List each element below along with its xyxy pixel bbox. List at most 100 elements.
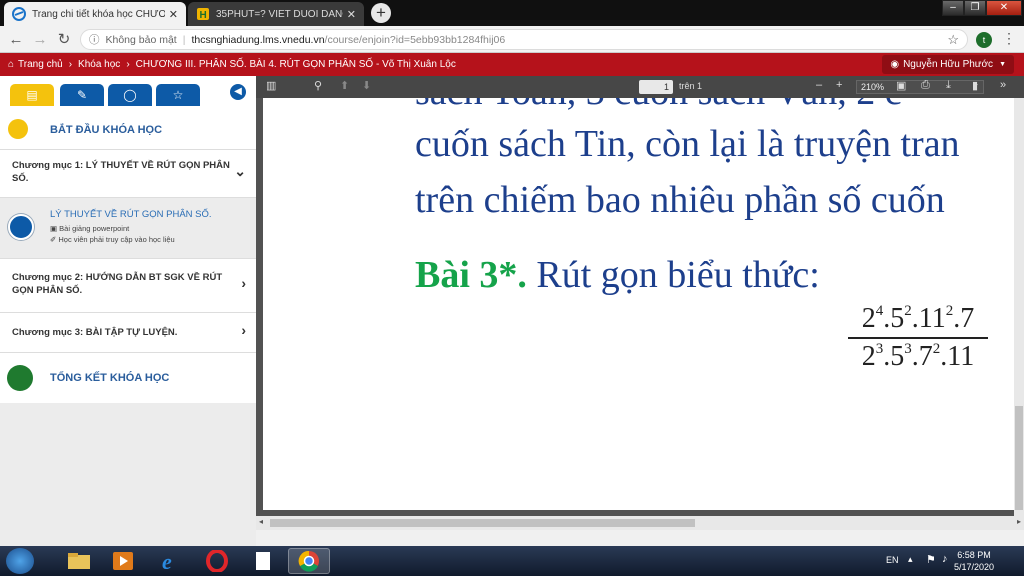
chevron-down-icon: ⌄ [234,162,246,179]
milestone-dot-icon [8,119,28,139]
site-breadcrumb-bar: ⌂ Trang chủ › Khóa học › CHƯƠNG III. PHÂ… [0,53,1024,76]
tools-menu-icon[interactable]: » [1000,79,1006,91]
maximize-button[interactable]: ❐ [964,0,986,16]
tab-favorites[interactable]: ☆ [156,84,200,106]
user-menu-button[interactable]: ◉ Nguyễn Hữu Phước ▼ [882,55,1014,74]
horizontal-scrollbar[interactable]: ◂ ▸ [256,516,1024,530]
chapter-2[interactable]: Chương mục 2: HƯỚNG DẪN BT SGK VỀ RÚT GỌ… [0,259,256,313]
close-icon[interactable]: ✕ [347,8,356,21]
chevron-right-icon: › [241,274,246,291]
profile-avatar[interactable]: t [976,32,992,48]
chapter-3[interactable]: Chương mục 3: BÀI TẬP TỰ LUYỆN. › [0,313,256,353]
clock-time: 6:58 PM [957,550,991,560]
fraction-numerator: 24.52.112.7 [861,303,975,334]
chevron-right-icon: › [68,59,73,70]
search-icon[interactable]: ⚲ [314,79,322,92]
panel-footer [0,530,256,546]
scroll-right-icon[interactable]: ▸ [1017,517,1021,526]
url-path: /course/enjoin?id=5ebb93bb1284fhij06 [324,33,506,46]
course-outline-panel: ▤ ✎ ◯ ☆ ◀ BẮT ĐẦU KHÓA HỌC Chương mục 1:… [0,76,256,546]
page-count: trên 1 [679,81,703,91]
math-fraction: 24.52.112.7 23.53.72.11 [848,303,988,373]
user-icon: ◉ [890,59,900,70]
lesson-meta-type: Bài giảng powerpoint [59,224,130,233]
chrome-icon[interactable] [288,548,330,574]
back-button[interactable]: ← [6,30,26,50]
chapter-title: Chương mục 1: LÝ THUYẾT VỀ RÚT GỌN PHÂN … [12,160,230,184]
forward-button[interactable]: → [30,30,50,50]
presentation-mode-icon[interactable]: ▣ [896,79,906,92]
svg-text:e: e [162,550,172,572]
window-close-button[interactable]: ✕ [986,0,1022,16]
scrollbar-thumb[interactable] [270,519,695,527]
tab-comments[interactable]: ◯ [108,84,152,106]
pdf-text-line: sách Toán, 3 cuốn sách Văn, 2 c [415,98,902,114]
windows-taskbar: e EN ▴ ⚑ ♪ 6:58 PM 5/17/2020 [0,546,1024,576]
new-tab-button[interactable]: + [371,3,391,23]
bookmark-icon[interactable]: ▮ [972,79,978,92]
opera-icon[interactable] [196,548,238,574]
previous-page-icon[interactable]: ⬆ [340,79,349,92]
zoom-select[interactable]: 210% ▼ [856,80,984,94]
close-icon[interactable]: ✕ [169,8,178,21]
progress-circle-icon [8,214,34,240]
page-number-input[interactable]: 1 [639,80,673,94]
milestone-start[interactable]: BẮT ĐẦU KHÓA HỌC [0,110,256,150]
next-page-icon[interactable]: ⬇ [362,79,371,92]
breadcrumb-home[interactable]: Trang chủ [18,59,63,70]
tab-attachments[interactable]: ✎ [60,84,104,106]
tab-title: 35PHUT=? VIET DUOI DANG PH [216,8,343,20]
file-explorer-icon[interactable] [58,548,100,574]
browser-menu-icon[interactable]: ⋮ [1002,30,1016,47]
caret-down-icon: ▼ [999,61,1006,68]
chapter-1[interactable]: Chương mục 1: LÝ THUYẾT VỀ RÚT GỌN PHÂN … [0,150,256,198]
milestone-label: BẮT ĐẦU KHÓA HỌC [50,124,163,136]
media-player-icon[interactable] [102,548,144,574]
download-icon[interactable]: ⤓ [946,79,951,92]
pdf-text-line: cuốn sách Tin, còn lại là truyện tran [415,123,960,165]
user-name: Nguyễn Hữu Phước [903,59,994,70]
paperclip-icon: ✎ [76,88,88,102]
zoom-out-button[interactable]: – [816,79,822,91]
milestone-end[interactable]: TỔNG KẾT KHÓA HỌC [0,353,256,403]
collapse-panel-button[interactable]: ◀ [230,84,246,100]
tab-homework[interactable]: H 35PHUT=? VIET DUOI DANG PH ✕ [188,2,364,26]
language-indicator[interactable]: EN [886,555,899,565]
panel-tabs: ▤ ✎ ◯ ☆ ◀ [0,76,256,110]
zoom-value: 210% [861,82,885,92]
minimize-button[interactable]: – [942,0,964,16]
zoom-in-button[interactable]: + [836,79,842,91]
bookmark-star-icon[interactable]: ☆ [947,32,959,48]
document-icon: ▣ [50,224,60,233]
milestone-label: TỔNG KẾT KHÓA HỌC [50,372,170,384]
home-icon: ⌂ [8,59,15,70]
tray-expand-icon[interactable]: ▴ [908,554,913,565]
vertical-scrollbar[interactable] [1014,98,1024,516]
scroll-left-icon[interactable]: ◂ [259,517,263,526]
network-icon[interactable]: ⚑ [926,553,936,566]
internet-explorer-icon[interactable]: e [150,548,192,574]
pdf-viewer[interactable]: sách Toán, 3 cuốn sách Văn, 2 c cuốn sác… [256,98,1014,516]
windows-start-button[interactable] [6,548,34,574]
taskbar-clock[interactable]: 6:58 PM 5/17/2020 [954,549,994,573]
lesson-meta-access: Học viên phải truy cập vào học liệu [58,235,175,244]
browser-tabstrip: Trang chi tiết khóa học CHƯƠNG ✕ H 35PHU… [0,0,1024,26]
book-icon: ▤ [26,88,38,102]
reload-button[interactable]: ↻ [54,30,74,50]
breadcrumb-courses[interactable]: Khóa học [78,59,120,70]
tab-outline[interactable]: ▤ [10,84,54,106]
clock-date: 5/17/2020 [953,562,994,572]
address-bar[interactable]: ⓘ Không bảo mật | thcsnghiadung.lms.vned… [80,29,968,50]
vnedu-logo-icon [12,7,26,21]
tab-course-detail[interactable]: Trang chi tiết khóa học CHƯƠNG ✕ [4,2,186,26]
lesson-item[interactable]: LÝ THUYẾT VỀ RÚT GỌN PHÂN SỐ. ▣ Bài giản… [0,198,256,259]
chevron-right-icon: › [241,321,246,338]
scrollbar-thumb[interactable] [1015,406,1023,510]
print-icon[interactable]: ⎙ [921,79,930,92]
blank-document-icon[interactable] [242,548,284,574]
exercise-label: Bài 3*. [415,254,527,296]
exercise-heading: Bài 3*. Rút gọn biểu thức: [415,253,820,297]
sidebar-toggle-icon[interactable]: ▥ [266,79,276,92]
info-icon[interactable]: ⓘ [89,32,100,47]
volume-icon[interactable]: ♪ [942,553,948,565]
